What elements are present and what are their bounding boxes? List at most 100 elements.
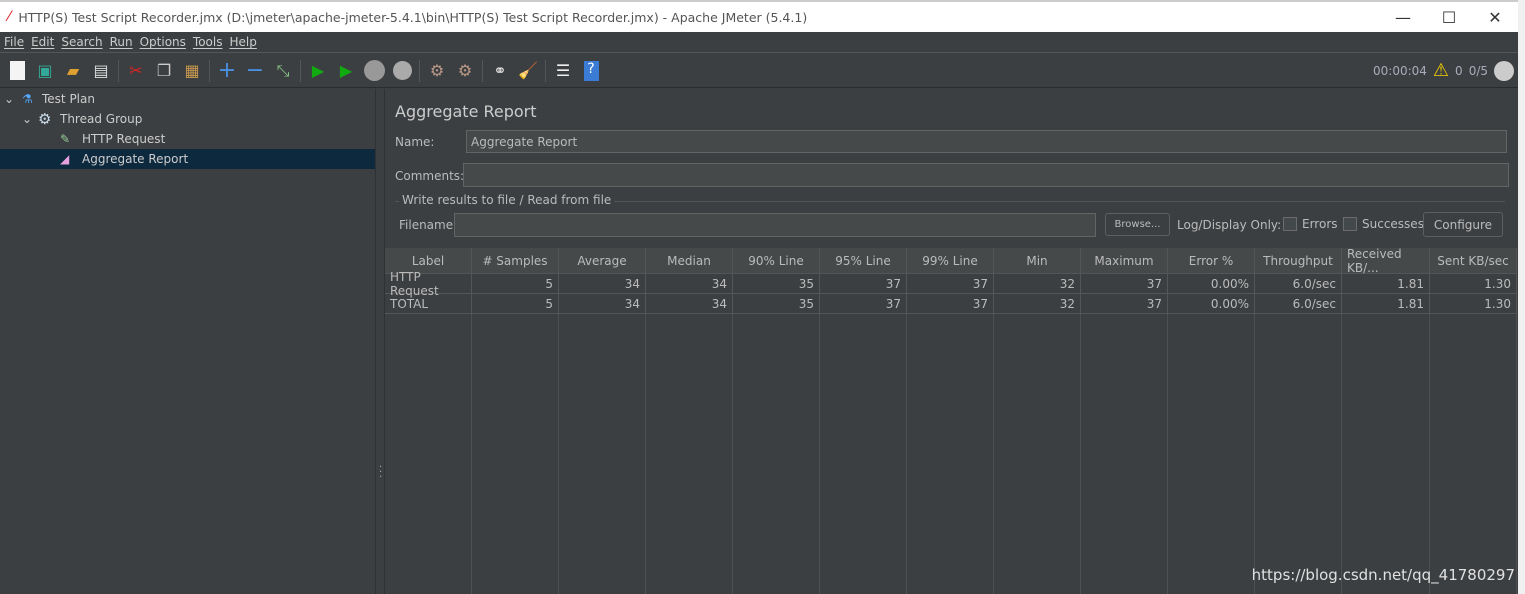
table-cell: 1.30 — [1430, 274, 1517, 294]
column-header[interactable]: Received KB/... — [1342, 247, 1430, 275]
menu-help[interactable]: Help — [229, 35, 256, 49]
table-cell: 34 — [559, 274, 646, 294]
jmeter-feather-icon: ⁄ — [8, 9, 11, 25]
table-cell: TOTAL — [385, 294, 472, 314]
table-cell: 34 — [646, 294, 733, 314]
templates-icon[interactable]: ▣ — [34, 60, 56, 82]
tree-item-http-request[interactable]: ✎ HTTP Request — [60, 129, 165, 149]
filename-field[interactable] — [454, 213, 1096, 237]
copy-icon[interactable]: ❐ — [153, 60, 175, 82]
watermark: https://blog.csdn.net/qq_41780297 — [1251, 566, 1515, 584]
table-cell: 0.00% — [1168, 294, 1255, 314]
browse-button[interactable]: Browse... — [1105, 213, 1170, 236]
tree-item-thread-group[interactable]: ⌄ ⚙ Thread Group — [22, 109, 142, 129]
stop-icon[interactable] — [363, 60, 385, 82]
aggregate-report-panel: Aggregate Report Name: Aggregate Report … — [385, 89, 1518, 594]
menu-file[interactable]: File — [4, 35, 24, 49]
table-row[interactable]: HTTP Request 5 34 34 35 37 37 32 37 0.00% 6.0/sec 1… — [385, 270, 1517, 298]
table-cell: 32 — [994, 294, 1081, 314]
clear-icon[interactable]: ⚙ — [426, 60, 448, 82]
close-button[interactable]: ✕ — [1472, 2, 1518, 32]
save-icon[interactable]: ▤ — [90, 60, 112, 82]
paste-icon[interactable]: ▦ — [181, 60, 203, 82]
table-cell: 37 — [1081, 294, 1168, 314]
name-label: Name: — [395, 135, 435, 149]
shutdown-icon[interactable] — [391, 60, 413, 82]
warning-icon[interactable]: ⚠ — [1433, 60, 1449, 81]
cut-icon[interactable]: ✂ — [125, 60, 147, 82]
errors-checkbox[interactable] — [1283, 217, 1297, 231]
function-helper-icon[interactable]: ☰ — [552, 60, 574, 82]
toolbar-separator — [545, 59, 546, 82]
expand-icon[interactable]: + — [216, 58, 238, 83]
clear-all-icon[interactable]: ⚙ — [454, 60, 476, 82]
reset-search-icon[interactable]: 🧹 — [517, 60, 539, 82]
elapsed-time: 00:00:04 — [1373, 63, 1427, 78]
column-header[interactable]: Error % — [1168, 248, 1255, 274]
results-table: Label # Samples Average Median 90% Line 95% L… — [385, 247, 1518, 594]
table-cell: 6.0/sec — [1255, 294, 1342, 314]
menu-tools[interactable]: Tools — [193, 35, 223, 49]
column-header[interactable]: Throughput — [1255, 248, 1342, 274]
table-header: Label # Samples Average Median 90% Line 95% L… — [385, 247, 1517, 275]
help-icon[interactable]: ? — [580, 60, 602, 82]
open-icon[interactable]: ▰ — [62, 60, 84, 82]
flask-icon: ⚗ — [22, 92, 33, 106]
collapse-icon[interactable]: − — [244, 58, 266, 83]
start-icon[interactable]: ▶ — [307, 60, 329, 82]
warning-count: 0 — [1455, 63, 1463, 78]
table-cell: 1.81 — [1342, 294, 1430, 314]
column-header[interactable]: Average — [559, 248, 646, 274]
jmeter-window: ⁄ HTTP(S) Test Script Recorder.jmx (D:\j… — [0, 0, 1518, 594]
maximize-button[interactable]: ☐ — [1426, 2, 1472, 32]
table-cell: 0.00% — [1168, 274, 1255, 294]
search-icon[interactable]: ⚭ — [489, 60, 511, 82]
start-no-pause-icon[interactable]: ▶ — [335, 60, 357, 82]
chevron-down-icon[interactable]: ⌄ — [22, 112, 38, 126]
new-icon[interactable] — [6, 60, 28, 82]
filename-label: Filename — [399, 218, 454, 232]
name-field[interactable]: Aggregate Report — [466, 130, 1507, 153]
tree-item-label: Test Plan — [42, 92, 95, 106]
column-header[interactable]: 95% Line — [820, 248, 907, 274]
menu-options[interactable]: Options — [140, 35, 186, 49]
tree-item-label: Thread Group — [60, 112, 143, 126]
column-header[interactable]: Min — [994, 248, 1081, 274]
column-header[interactable]: 99% Line — [907, 248, 994, 274]
tree-item-label: Aggregate Report — [82, 152, 189, 166]
table-cell: 32 — [994, 274, 1081, 294]
column-header[interactable]: # Samples — [472, 248, 559, 274]
file-group-title: Write results to file / Read from file — [399, 193, 615, 207]
column-header[interactable]: Sent KB/sec — [1430, 248, 1517, 274]
table-row[interactable]: TOTAL 5 34 34 35 37 37 32 37 0.00% 6.0/sec 1.81 1.30 — [385, 294, 1517, 314]
column-header[interactable]: Maximum — [1081, 248, 1168, 274]
toolbar-separator — [118, 59, 119, 82]
successes-label: Successes — [1362, 217, 1424, 231]
tree-item-aggregate-report[interactable]: ◢ Aggregate Report — [0, 149, 375, 169]
tree-item-test-plan[interactable]: ⌄ ⚗ Test Plan — [4, 89, 95, 109]
test-plan-tree: ⌄ ⚗ Test Plan ⌄ ⚙ Thread Group ✎ HTTP Request… — [0, 89, 375, 594]
minimize-button[interactable]: — — [1380, 2, 1426, 32]
table-cell: 1.81 — [1342, 274, 1430, 294]
log-display-label: Log/Display Only: — [1177, 218, 1282, 232]
configure-button[interactable]: Configure — [1423, 212, 1503, 237]
table-cell: 34 — [646, 274, 733, 294]
column-header[interactable]: Median — [646, 248, 733, 274]
split-pane-divider[interactable]: · · · — [375, 89, 385, 594]
column-header[interactable]: 90% Line — [733, 248, 820, 274]
menu-search[interactable]: Search — [61, 35, 102, 49]
table-cell: 5 — [472, 274, 559, 294]
comments-field[interactable] — [463, 163, 1509, 187]
successes-checkbox[interactable] — [1343, 217, 1357, 231]
table-cell: 35 — [733, 294, 820, 314]
window-title: HTTP(S) Test Script Recorder.jmx (D:\jme… — [18, 9, 808, 25]
table-cell: 6.0/sec — [1255, 274, 1342, 294]
chevron-down-icon[interactable]: ⌄ — [4, 92, 22, 106]
menu-edit[interactable]: Edit — [31, 35, 54, 49]
toolbar-separator — [209, 59, 210, 82]
menu-run[interactable]: Run — [110, 35, 133, 49]
table-cell: 37 — [907, 294, 994, 314]
toggle-icon[interactable]: ⤡ — [272, 60, 294, 82]
pipette-icon: ✎ — [60, 132, 71, 146]
remote-status-icon — [1494, 60, 1514, 81]
